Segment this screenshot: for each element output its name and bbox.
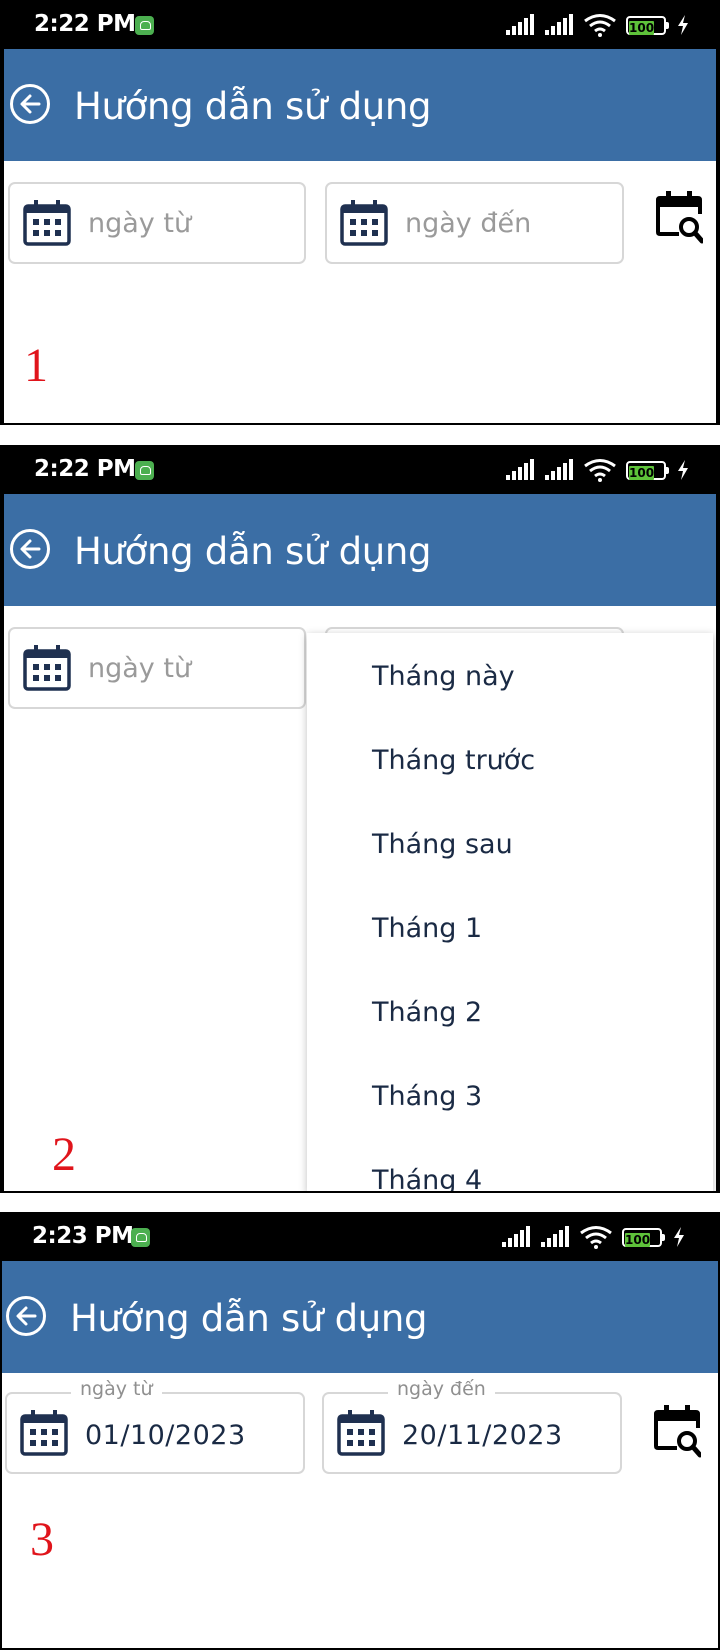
wifi-icon <box>584 459 616 482</box>
date-from-field[interactable]: ngày từ 01/10/2023 <box>5 1378 305 1474</box>
date-from-field[interactable]: ngày từ <box>8 627 306 709</box>
calendar-search-icon[interactable] <box>653 1404 701 1458</box>
signal-icon <box>502 1226 532 1247</box>
calendar-icon <box>23 645 71 691</box>
screen-step-3: 2:23 PM 100 Hướng dẫn sử dụng ngày từ 01… <box>0 1212 720 1650</box>
app-bar: Hướng dẫn sử dụng <box>4 49 716 161</box>
date-from-value: 01/10/2023 <box>85 1420 246 1451</box>
android-app-icon <box>135 16 154 35</box>
status-bar: 2:23 PM 100 <box>2 1212 718 1261</box>
date-from-placeholder: ngày từ <box>88 653 192 684</box>
back-arrow-circle-icon[interactable] <box>10 529 50 569</box>
signal-icon <box>506 14 536 35</box>
wifi-icon <box>584 14 616 37</box>
wifi-icon <box>580 1226 612 1249</box>
back-arrow-circle-icon[interactable] <box>6 1296 46 1336</box>
page-title: Hướng dẫn sử dụng <box>70 1297 428 1340</box>
date-to-label: ngày đến <box>388 1378 495 1400</box>
android-app-icon <box>131 1228 150 1247</box>
step-number: 3 <box>30 1513 54 1566</box>
date-to-value: 20/11/2023 <box>402 1420 563 1451</box>
date-to-placeholder: ngày đến <box>405 208 532 239</box>
step-number: 2 <box>52 1128 76 1181</box>
signal-icon <box>506 459 536 480</box>
calendar-search-icon[interactable] <box>655 190 703 244</box>
date-from-field[interactable]: ngày từ <box>8 182 306 264</box>
signal-icon <box>545 14 575 35</box>
calendar-icon <box>340 200 388 246</box>
battery-icon: 100 <box>626 461 669 480</box>
date-from-label: ngày từ <box>71 1378 162 1400</box>
battery-icon: 100 <box>622 1228 665 1247</box>
app-bar: Hướng dẫn sử dụng <box>2 1261 718 1373</box>
android-app-icon <box>135 461 154 480</box>
dropdown-item-last-month[interactable]: Tháng trước <box>307 719 713 803</box>
screen-step-1: 2:22 PM 100 Hướng dẫn sử dụng ngày từ ng… <box>0 0 720 425</box>
app-bar: Hướng dẫn sử dụng <box>4 494 716 606</box>
month-preset-dropdown: Tháng này Tháng trước Tháng sau Tháng 1 … <box>307 633 713 1191</box>
date-to-field[interactable]: ngày đến 20/11/2023 <box>322 1378 622 1474</box>
charging-icon <box>678 460 688 480</box>
status-bar: 2:22 PM 100 <box>4 0 716 49</box>
screen-step-2: 2:22 PM 100 Hướng dẫn sử dụng ngày từ Th… <box>0 445 720 1193</box>
calendar-icon <box>337 1410 385 1456</box>
calendar-icon <box>20 1410 68 1456</box>
dropdown-item-month-2[interactable]: Tháng 2 <box>307 971 713 1055</box>
status-bar: 2:22 PM 100 <box>4 445 716 494</box>
dropdown-item-month-3[interactable]: Tháng 3 <box>307 1055 713 1139</box>
status-time: 2:22 PM <box>34 456 136 482</box>
date-from-placeholder: ngày từ <box>88 208 192 239</box>
dropdown-item-month-1[interactable]: Tháng 1 <box>307 887 713 971</box>
status-time: 2:23 PM <box>32 1223 134 1249</box>
battery-icon: 100 <box>626 16 669 35</box>
signal-icon <box>541 1226 571 1247</box>
charging-icon <box>674 1227 684 1247</box>
dropdown-item-this-month[interactable]: Tháng này <box>307 635 713 719</box>
status-time: 2:22 PM <box>34 11 136 37</box>
back-arrow-circle-icon[interactable] <box>10 84 50 124</box>
step-number: 1 <box>24 339 48 392</box>
date-to-field[interactable]: ngày đến <box>325 182 624 264</box>
dropdown-item-month-4[interactable]: Tháng 4 <box>307 1139 713 1191</box>
charging-icon <box>678 15 688 35</box>
page-title: Hướng dẫn sử dụng <box>74 85 432 128</box>
signal-icon <box>545 459 575 480</box>
dropdown-item-next-month[interactable]: Tháng sau <box>307 803 713 887</box>
page-title: Hướng dẫn sử dụng <box>74 530 432 573</box>
calendar-icon <box>23 200 71 246</box>
